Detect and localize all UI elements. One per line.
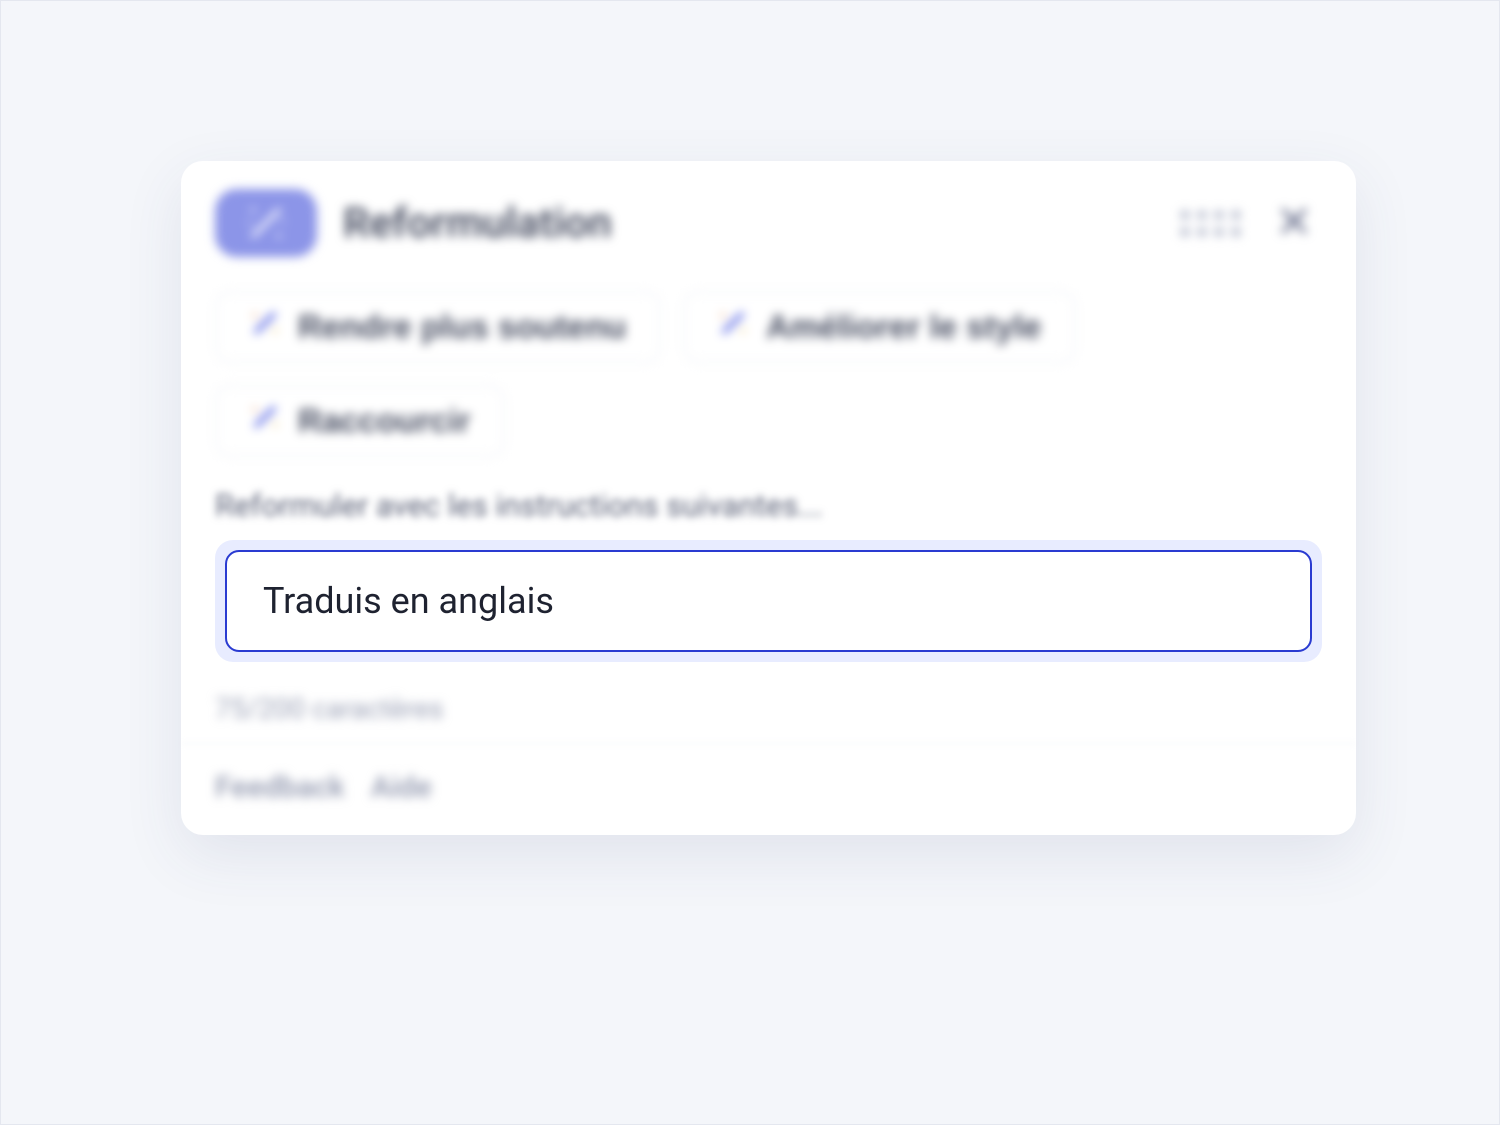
chip-label: Améliorer le style [766, 308, 1041, 346]
panel-header: Reformulation [181, 161, 1356, 275]
wand-icon [250, 402, 280, 440]
chip-raccourcir[interactable]: Raccourcir [215, 385, 505, 457]
wand-icon [718, 308, 748, 346]
wand-icon [215, 189, 317, 257]
chip-label: Raccourcir [298, 402, 470, 440]
chip-ameliorer-le-style[interactable]: Améliorer le style [683, 291, 1076, 363]
footer-links: Feedback Aide [181, 744, 1356, 835]
suggestion-chips: Rendre plus soutenu Améliorer le style [181, 275, 1356, 465]
character-count: 75/200 caractères [181, 672, 1356, 735]
input-focus-ring [215, 540, 1322, 662]
panel-title: Reformulation [343, 199, 612, 248]
chip-rendre-plus-soutenu[interactable]: Rendre plus soutenu [215, 291, 661, 363]
prompt-section: Reformuler avec les instructions suivant… [181, 465, 1356, 672]
feedback-link[interactable]: Feedback [215, 770, 345, 805]
chip-label: Rendre plus soutenu [298, 308, 626, 346]
reformulation-panel: Reformulation Rendre plus soutenu [181, 161, 1356, 835]
help-link[interactable]: Aide [371, 770, 432, 805]
instructions-input[interactable] [225, 550, 1312, 652]
close-icon[interactable] [1274, 201, 1314, 245]
wand-icon [250, 308, 280, 346]
drag-handle-icon[interactable] [1181, 211, 1240, 236]
prompt-label: Reformuler avec les instructions suivant… [215, 487, 1322, 524]
